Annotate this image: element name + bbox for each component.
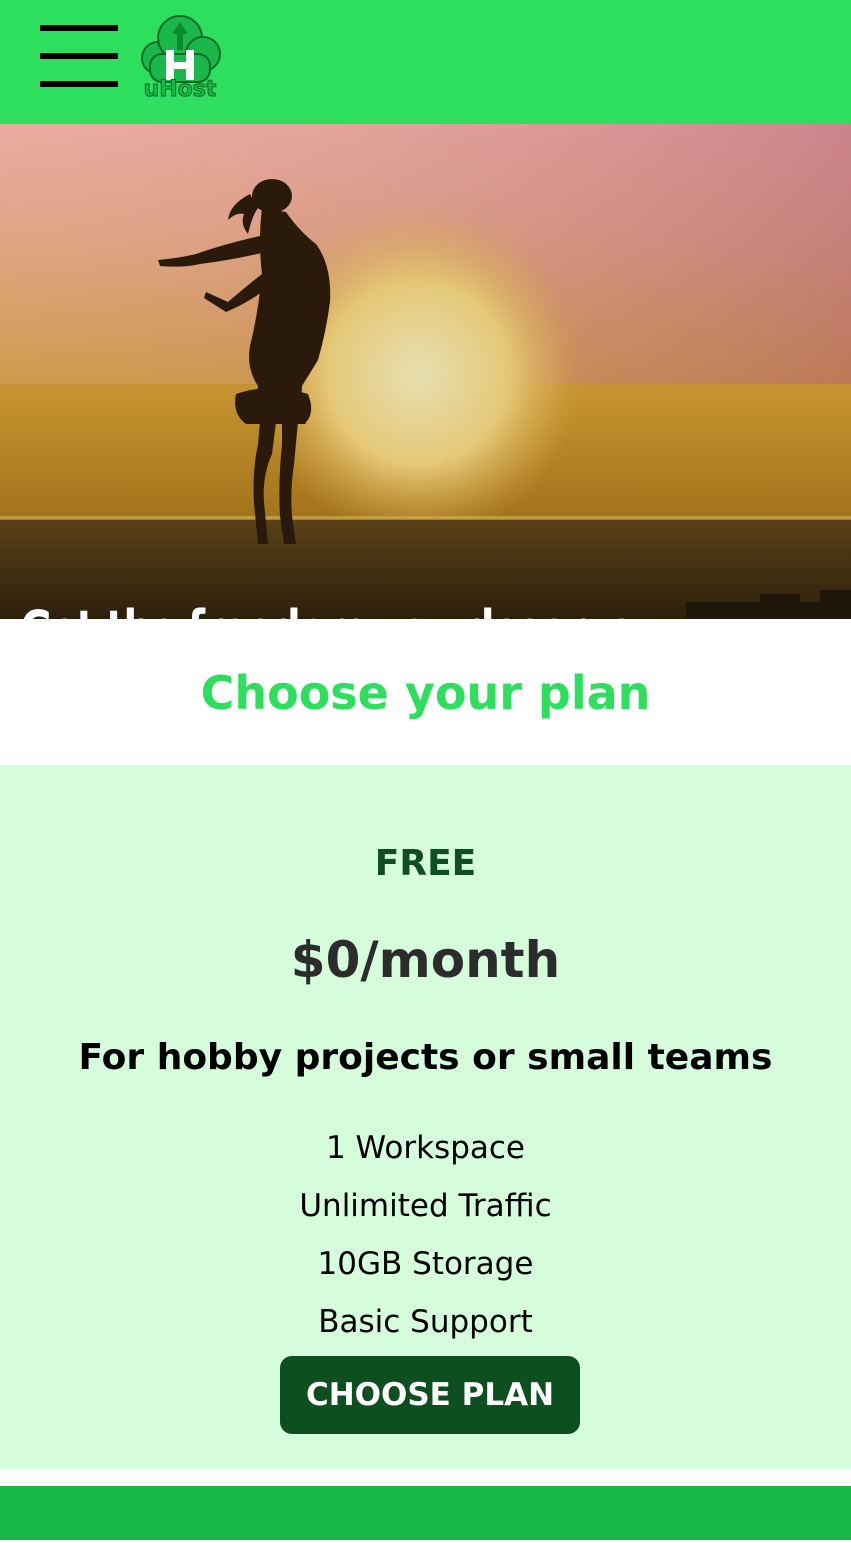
plan-feature: 1 Workspace	[325, 1130, 526, 1166]
hamburger-bar	[40, 25, 118, 31]
hamburger-menu-icon[interactable]	[40, 25, 118, 87]
plan-features-list: 1 Workspace Unlimited Traffic 10GB Stora…	[0, 1119, 851, 1351]
plan-description: For hobby projects or small teams	[78, 1037, 773, 1078]
plan-feature: 10GB Storage	[317, 1246, 534, 1282]
cloud-upload-icon: uHost	[141, 15, 221, 103]
hero-headline: Get the freedom you deserve	[20, 596, 692, 619]
plan-name: FREE	[374, 843, 477, 884]
plan-price: $0/month	[290, 931, 561, 989]
choose-plan-button[interactable]: CHOOSE PLAN	[280, 1356, 580, 1434]
svg-text:uHost: uHost	[144, 77, 217, 100]
site-header: uHost	[0, 0, 851, 124]
plan-feature: Basic Support	[318, 1304, 533, 1340]
plans-section-title: Choose your plan	[200, 666, 651, 720]
uhost-logo[interactable]: uHost	[136, 10, 224, 103]
plan-feature: Unlimited Traffic	[299, 1188, 552, 1224]
hero-banner: Get the freedom you deserve	[0, 124, 851, 619]
hero-image	[0, 124, 851, 619]
footer-bar	[0, 1486, 851, 1540]
hamburger-bar	[40, 53, 118, 59]
plan-card-free: FREE $0/month For hobby projects or smal…	[0, 765, 851, 1469]
hamburger-bar	[40, 81, 118, 87]
